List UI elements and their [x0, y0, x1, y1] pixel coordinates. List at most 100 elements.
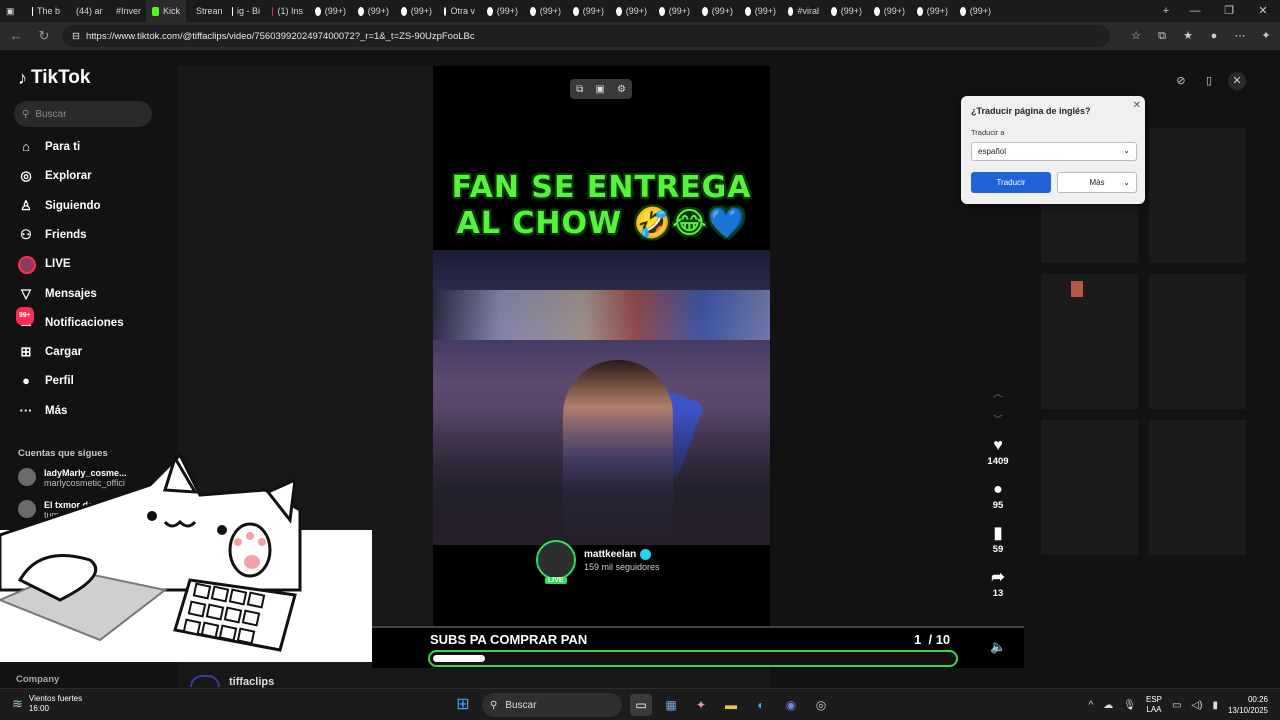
browser-tab[interactable]: (99+): [610, 0, 653, 22]
grid-video-thumb[interactable]: [1041, 420, 1138, 555]
company-link[interactable]: Company: [16, 674, 59, 685]
favorite-star-icon[interactable]: ☆: [1128, 28, 1144, 44]
browser-tab[interactable]: ig - Bi: [226, 0, 266, 22]
volume-icon[interactable]: 🔈: [990, 639, 1006, 655]
video-settings-icon[interactable]: ⚙: [617, 84, 626, 95]
sidebar-item-cargar[interactable]: ⊞ Cargar: [18, 344, 83, 360]
sidebar-item-explorar[interactable]: ◎ Explorar: [18, 168, 91, 184]
browser-tab[interactable]: (99+): [911, 0, 954, 22]
browser-tab[interactable]: (99+): [653, 0, 696, 22]
user-avatar[interactable]: ✕: [1228, 72, 1246, 90]
sidebar-item-notificaciones[interactable]: ✉99+Notificaciones: [16, 306, 124, 331]
microphone-icon[interactable]: 🎙: [1123, 700, 1136, 711]
browser-tab[interactable]: (99+): [868, 0, 911, 22]
tab-actions-icon[interactable]: ▣: [0, 0, 26, 22]
browser-tab[interactable]: (99+): [567, 0, 610, 22]
device-icon[interactable]: ▯: [1200, 72, 1218, 90]
profile-icon[interactable]: ●: [1206, 28, 1222, 44]
volume-icon[interactable]: ◁): [1191, 700, 1202, 711]
back-button[interactable]: ←: [6, 26, 26, 46]
menu-icon[interactable]: ⋯: [1232, 28, 1248, 44]
browser-tab[interactable]: (99+): [352, 0, 395, 22]
account-avatar[interactable]: [190, 675, 220, 687]
site-info-icon[interactable]: ⊟: [72, 31, 80, 42]
grid-video-thumb[interactable]: [1149, 420, 1246, 555]
store-icon[interactable]: ▦: [660, 694, 682, 716]
windows-start-icon[interactable]: ⊞: [452, 694, 474, 716]
sidebar-item-parati[interactable]: ⌂ Para ti: [18, 139, 80, 155]
browser-tab[interactable]: (99+): [309, 0, 352, 22]
browser-tab[interactable]: (99+): [954, 0, 997, 22]
sidebar-item-mensajes[interactable]: ▽ Mensajes: [18, 286, 97, 302]
capture-icon[interactable]: ▣: [595, 84, 604, 95]
extensions-icon[interactable]: ⧉: [1154, 28, 1170, 44]
browser-tab[interactable]: (99+): [825, 0, 868, 22]
battery-icon[interactable]: ▮: [1212, 700, 1218, 711]
grid-video-thumb[interactable]: [1149, 128, 1246, 263]
clock[interactable]: 00:26 13/10/2025: [1228, 694, 1268, 716]
weather-widget[interactable]: ≋ Vientos fuertes 16:00: [12, 694, 82, 714]
sidebar-item-ms[interactable]: ··· Más: [18, 403, 68, 419]
account-name[interactable]: tiffaclips: [229, 676, 274, 688]
more-button[interactable]: Más ⌄: [1057, 172, 1137, 193]
tiktok-note-icon: ♪: [18, 67, 27, 88]
creator-name[interactable]: mattkeelan: [584, 549, 636, 560]
app-icon[interactable]: ◎: [810, 694, 832, 716]
browser-tab[interactable]: (99+): [524, 0, 567, 22]
close-window-button[interactable]: ✕: [1246, 0, 1280, 22]
minimize-button[interactable]: —: [1178, 0, 1212, 22]
like-button[interactable]: ♥ 1409: [984, 436, 1012, 467]
search-input[interactable]: ⚲ Buscar: [14, 101, 152, 127]
network-icon[interactable]: ▭: [1172, 700, 1181, 711]
browser-tab[interactable]: (44) ar: [66, 0, 106, 22]
maximize-button[interactable]: ❐: [1212, 0, 1246, 22]
onedrive-icon[interactable]: ☁: [1103, 700, 1113, 711]
sidebar-item-live[interactable]: LIVE: [18, 256, 71, 275]
favorites-icon[interactable]: ★: [1180, 28, 1196, 44]
chevron-up-icon[interactable]: ^: [1089, 700, 1094, 711]
close-icon[interactable]: ✕: [1133, 100, 1141, 111]
browser-tab[interactable]: (99+): [696, 0, 739, 22]
creator-card[interactable]: LIVE mattkeelan 159 mil seguidores: [536, 540, 660, 584]
instagram-icon: [272, 6, 274, 16]
sidebar-item-friends[interactable]: ⚇ Friends: [18, 227, 86, 243]
share-button[interactable]: ➦ 13: [984, 568, 1012, 599]
translate-button[interactable]: Traducir: [971, 172, 1051, 193]
task-view-icon[interactable]: ▭: [630, 694, 652, 716]
tiktok-icon: [530, 6, 536, 16]
browser-tab[interactable]: The b: [26, 0, 66, 22]
browser-tab[interactable]: (99+): [739, 0, 782, 22]
new-tab-button[interactable]: +: [1154, 0, 1178, 22]
browser-tab[interactable]: (1) Ins: [266, 0, 309, 22]
taskbar-search[interactable]: ⚲ Buscar: [482, 693, 622, 717]
language-indicator[interactable]: ESP LAA: [1146, 695, 1162, 715]
refresh-button[interactable]: ↻: [34, 26, 54, 46]
grid-video-thumb[interactable]: [1149, 274, 1246, 409]
browser-tab[interactable]: Kick: [146, 0, 186, 22]
file-explorer-icon[interactable]: ▬: [720, 694, 742, 716]
browser-tab[interactable]: Otra v: [438, 0, 481, 22]
chevron-up-icon[interactable]: ︿: [990, 382, 1006, 408]
language-select[interactable]: español ⌄: [971, 142, 1137, 161]
creator-avatar[interactable]: LIVE: [536, 540, 576, 584]
chevron-down-icon[interactable]: ﹀: [990, 408, 1006, 434]
grid-video-thumb[interactable]: [1041, 274, 1138, 409]
copilot-icon[interactable]: ✦: [690, 694, 712, 716]
sidebar-item-perfil[interactable]: ● Perfil: [18, 373, 74, 389]
discord-icon[interactable]: ◉: [780, 694, 802, 716]
url-field[interactable]: ⊟ https://www.tiktok.com/@tiffaclips/vid…: [62, 25, 1110, 47]
edge-icon[interactable]: ◐: [750, 694, 772, 716]
browser-tab[interactable]: Strean: [186, 0, 226, 22]
browser-tab[interactable]: (99+): [481, 0, 524, 22]
browser-tab[interactable]: (99+): [395, 0, 438, 22]
save-button[interactable]: ▮ 59: [984, 524, 1012, 555]
browser-tab[interactable]: #Inver: [106, 0, 146, 22]
copilot-icon[interactable]: ✦: [1258, 28, 1274, 44]
pip-icon[interactable]: ⧉: [576, 84, 583, 95]
browser-tab[interactable]: #viral: [782, 0, 825, 22]
comment-button[interactable]: ● 95: [984, 480, 1012, 511]
bookmark-icon: ▮: [993, 525, 1003, 542]
compass-icon[interactable]: ⊘: [1172, 72, 1190, 90]
sidebar-item-siguiendo[interactable]: ♙ Siguiendo: [18, 198, 100, 214]
tiktok-logo[interactable]: ♪ TikTok: [18, 67, 90, 89]
